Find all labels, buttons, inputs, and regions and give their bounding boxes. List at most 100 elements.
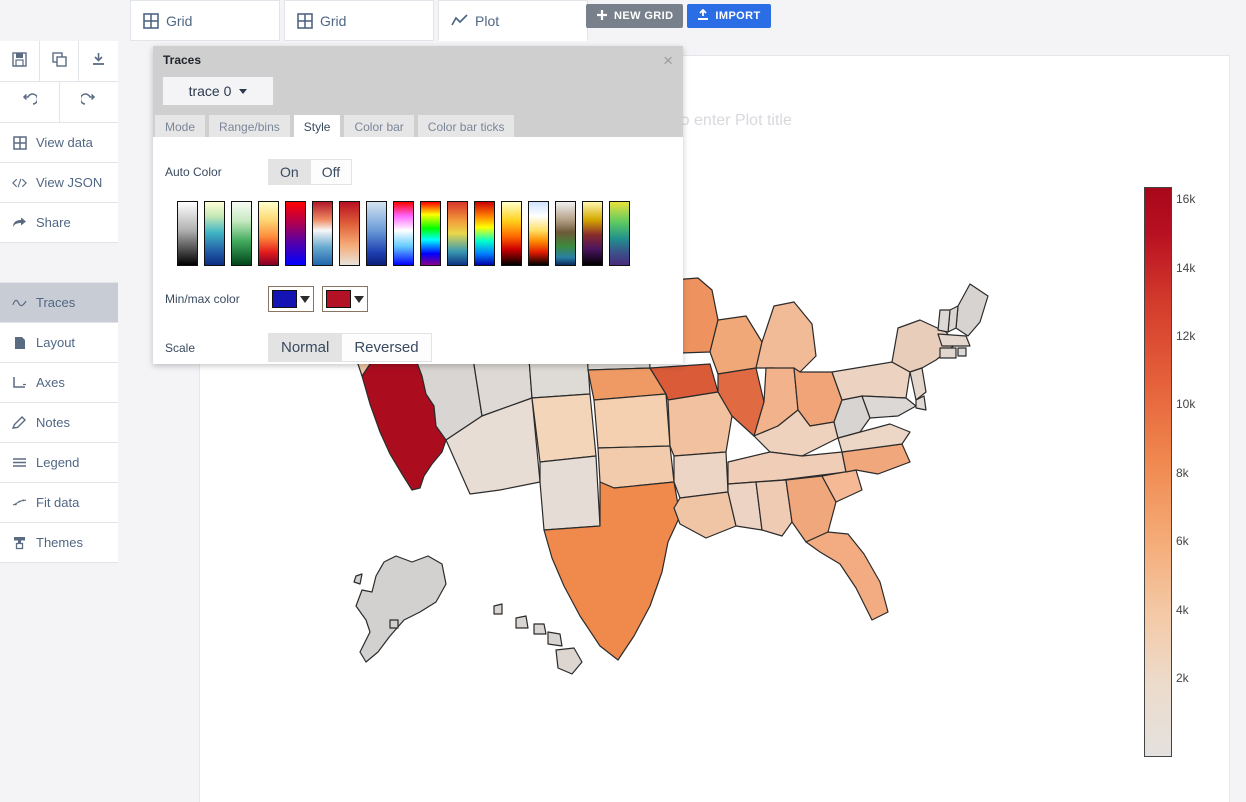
colorscale-swatch-bluered[interactable] [285, 201, 306, 266]
colorscale-swatch-rdbu[interactable] [312, 201, 333, 266]
sidebar-item-traces[interactable]: Traces [0, 283, 118, 323]
new-grid-button[interactable]: NEW GRID [586, 4, 684, 28]
sidebar-item-view-json[interactable]: View JSON [0, 163, 118, 203]
colorscale-swatch-blackbody[interactable] [528, 201, 549, 266]
axes-icon [12, 376, 27, 389]
tab-grid-1[interactable]: Grid [130, 0, 280, 41]
pencil-icon [12, 415, 27, 430]
tab-style[interactable]: Style [293, 115, 341, 139]
minmax-color-row: Min/max color [165, 286, 683, 312]
minmax-color-label: Min/max color [165, 292, 240, 306]
sidebar-item-label: Fit data [36, 495, 80, 510]
import-button[interactable]: IMPORT [687, 4, 771, 28]
tab-mode[interactable]: Mode [155, 115, 206, 139]
colorscale-swatch-picnic[interactable] [393, 201, 414, 266]
colorscale-swatch-viridis[interactable] [609, 201, 630, 266]
tab-color-bar[interactable]: Color bar [344, 115, 414, 139]
grid-icon [143, 12, 159, 29]
colorscale-swatch-yiorrd[interactable] [258, 201, 279, 266]
download-icon [91, 52, 106, 70]
min-color-chip [272, 290, 297, 308]
colorscale-swatch-yignbu[interactable] [204, 201, 225, 266]
chart-line-icon [451, 13, 468, 29]
max-color-picker[interactable] [322, 286, 368, 312]
sidebar-item-label: Axes [36, 375, 65, 390]
sidebar-item-fit-data[interactable]: Fit data [0, 483, 118, 523]
trace-selector-dropdown[interactable]: trace 0 [162, 76, 274, 106]
undo-button[interactable] [0, 82, 60, 122]
state-AK [355, 555, 447, 663]
lines-icon [12, 457, 27, 468]
colorscale-swatch-hot[interactable] [501, 201, 522, 266]
state-NM [539, 455, 601, 531]
tab-label: Grid [166, 12, 193, 29]
state-LA [673, 491, 737, 539]
colorbar-tick: 10k [1176, 397, 1196, 411]
auto-color-on-option[interactable]: On [269, 160, 311, 184]
download-button[interactable] [79, 41, 118, 81]
auto-color-off-option[interactable]: Off [310, 160, 352, 184]
colorscale-swatch-portland[interactable] [447, 201, 468, 266]
scale-toggle[interactable]: Normal Reversed [268, 333, 432, 362]
colorscale-swatch-reds[interactable] [339, 201, 360, 266]
close-icon[interactable]: × [663, 52, 673, 69]
share-icon [12, 216, 27, 229]
colorscale-swatch-blues[interactable] [366, 201, 387, 266]
grid-icon [297, 12, 313, 29]
sidebar-item-legend[interactable]: Legend [0, 443, 118, 483]
state-MI [755, 301, 817, 373]
state-CT [939, 347, 957, 359]
sidebar-item-themes[interactable]: Themes [0, 523, 118, 563]
state-NJ [909, 367, 927, 401]
scale-reversed-option[interactable]: Reversed [342, 334, 431, 361]
scale-normal-option[interactable]: Normal [269, 334, 343, 361]
min-color-picker[interactable] [268, 286, 314, 312]
save-icon [12, 52, 27, 70]
colorbar-tick: 4k [1176, 603, 1189, 617]
sidebar-item-share[interactable]: Share [0, 203, 118, 243]
tab-list: Grid Grid Plot [130, 0, 592, 41]
max-color-chip [326, 290, 351, 308]
colorscale-swatch-rainbow[interactable] [420, 201, 441, 266]
grid-icon [12, 135, 27, 150]
sidebar-item-layout[interactable]: Layout [0, 323, 118, 363]
new-grid-label: NEW GRID [614, 10, 674, 22]
auto-color-row: Auto Color On Off [165, 159, 683, 185]
colorbar-tick: 14k [1176, 261, 1196, 275]
state-MD [861, 395, 917, 419]
sidebar-item-notes[interactable]: Notes [0, 403, 118, 443]
scale-label: Scale [165, 340, 196, 355]
save-button[interactable] [0, 41, 40, 81]
tab-range-bins[interactable]: Range/bins [209, 115, 290, 139]
tab-grid-2[interactable]: Grid [284, 0, 434, 41]
colorbar-gradient [1144, 187, 1172, 757]
sidebar-item-axes[interactable]: Axes [0, 363, 118, 403]
panel-title: Traces [163, 53, 202, 67]
state-RI [957, 347, 967, 357]
tab-plot[interactable]: Plot [438, 0, 588, 41]
colorscale-swatch-electric[interactable] [582, 201, 603, 266]
sidebar-item-label: Layout [36, 335, 76, 350]
wave-icon [12, 298, 27, 308]
trace-selector-value: trace 0 [188, 83, 232, 99]
colorscale-swatch-greens[interactable] [231, 201, 252, 266]
redo-button[interactable] [60, 82, 119, 122]
copy-button[interactable] [40, 41, 80, 81]
panel-header: Traces × [153, 46, 683, 74]
auto-color-toggle[interactable]: On Off [268, 159, 353, 185]
undo-icon [21, 92, 39, 112]
state-VT [937, 309, 951, 333]
colorscale-swatch-greys[interactable] [177, 201, 198, 266]
traces-panel: Traces × trace 0 Mode Range/bins Style C… [153, 46, 683, 364]
colorbar-tick: 2k [1176, 671, 1189, 685]
sidebar-item-view-data[interactable]: View data [0, 123, 118, 163]
code-icon [12, 177, 27, 189]
state-AK-island-2 [389, 619, 399, 629]
colorbar-tick: 6k [1176, 534, 1189, 548]
auto-color-label: Auto Color [165, 165, 222, 179]
sidebar-history-row [0, 82, 118, 123]
state-AR [673, 451, 729, 499]
colorscale-swatch-earth[interactable] [555, 201, 576, 266]
colorscale-swatch-jet[interactable] [474, 201, 495, 266]
tab-color-bar-ticks[interactable]: Color bar ticks [417, 115, 515, 139]
